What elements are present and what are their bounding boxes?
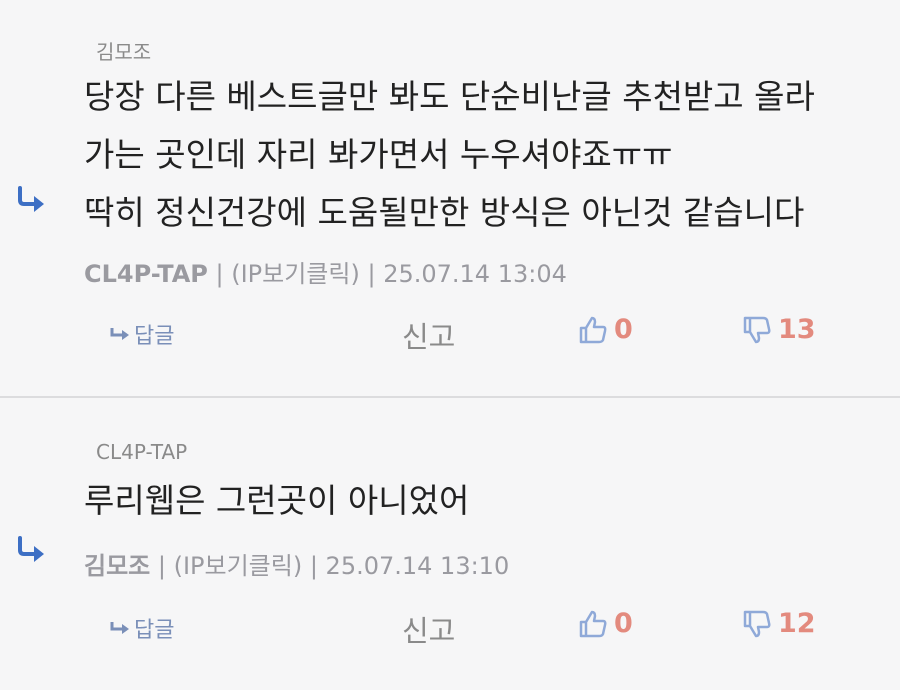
comment-line: 가는 곳인데 자리 봐가면서 누우셔야죠ㅠㅠ	[84, 135, 673, 174]
reply-small-arrow-icon	[110, 326, 132, 342]
comment-meta: 김모조 | (IP보기클릭) | 25.07.14 13:10	[84, 552, 510, 580]
reply-arrow-icon	[16, 186, 48, 214]
dislike-button[interactable]: 12	[742, 608, 816, 639]
dislike-count: 13	[778, 314, 816, 345]
reply-small-arrow-icon	[110, 620, 132, 636]
dislike-button[interactable]: 13	[742, 314, 816, 345]
timestamp: 25.07.14 13:04	[383, 260, 567, 288]
report-button[interactable]: 신고	[402, 314, 455, 356]
comment-actions: 답글 신고 0 13	[0, 312, 900, 354]
comment-line: 딱히 정신건강에 도움될만한 방식은 아닌것 같습니다	[84, 193, 805, 232]
ip-view-link[interactable]: (IP보기클릭)	[231, 260, 360, 288]
reply-arrow-icon	[16, 536, 48, 564]
reply-label: 답글	[134, 324, 175, 349]
comment-line: 당장 다른 베스트글만 봐도 단순비난글 추천받고 올라	[84, 77, 815, 116]
like-count: 0	[614, 314, 633, 345]
thumbs-down-icon	[742, 315, 772, 345]
thumbs-down-icon	[742, 609, 772, 639]
author-name[interactable]: CL4P-TAP	[84, 260, 208, 288]
timestamp: 25.07.14 13:10	[325, 552, 510, 580]
comment-actions: 답글 신고 0 12	[0, 606, 900, 648]
dislike-count: 12	[778, 608, 816, 639]
thumbs-up-icon	[578, 315, 608, 345]
comment-body: 루리웹은 그런곳이 아니었어	[84, 472, 469, 530]
report-button[interactable]: 신고	[402, 608, 455, 650]
reply-button[interactable]: 답글	[110, 318, 174, 350]
parent-author: CL4P-TAP	[96, 440, 188, 464]
comment-body: 당장 다른 베스트글만 봐도 단순비난글 추천받고 올라가는 곳인데 자리 봐가…	[84, 68, 815, 242]
comment-line: 루리웹은 그런곳이 아니었어	[84, 481, 470, 520]
comment-2: CL4P-TAP 루리웹은 그런곳이 아니었어 김모조 | (IP보기클릭) |…	[0, 398, 900, 690]
reply-button[interactable]: 답글	[110, 612, 174, 644]
comment-meta: CL4P-TAP | (IP보기클릭) | 25.07.14 13:04	[84, 260, 567, 288]
parent-author: 김모조	[96, 40, 152, 64]
comment-1: 김모조 당장 다른 베스트글만 봐도 단순비난글 추천받고 올라가는 곳인데 자…	[0, 0, 900, 396]
like-count: 0	[614, 608, 633, 639]
like-button[interactable]: 0	[578, 314, 633, 345]
ip-view-link[interactable]: (IP보기클릭)	[174, 552, 303, 580]
author-name[interactable]: 김모조	[84, 552, 150, 580]
reply-label: 답글	[134, 618, 175, 643]
like-button[interactable]: 0	[578, 608, 633, 639]
thumbs-up-icon	[578, 609, 608, 639]
